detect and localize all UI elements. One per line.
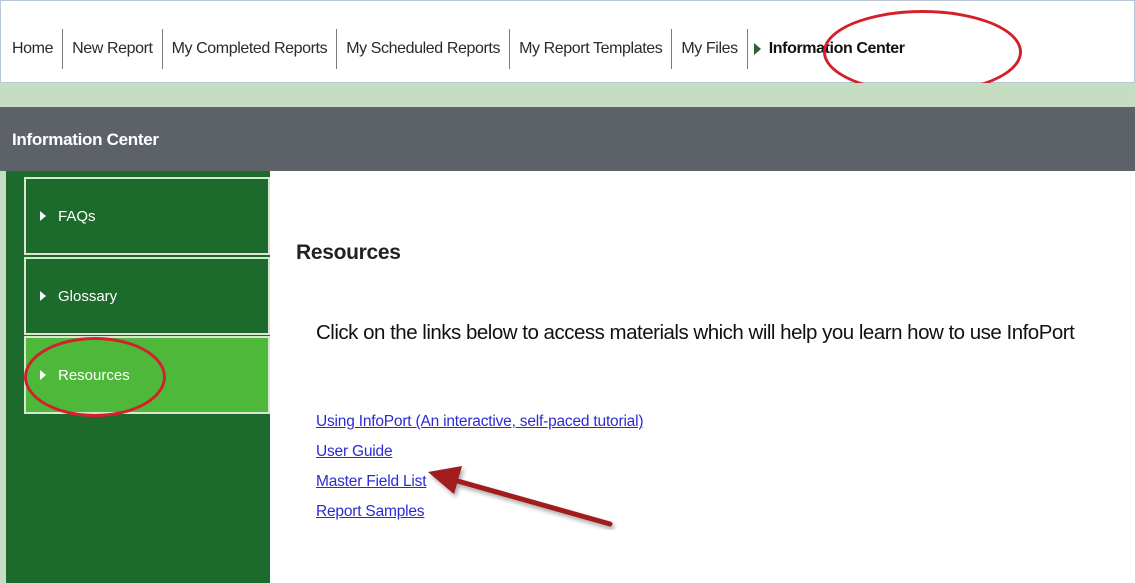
triangle-right-icon <box>40 370 46 380</box>
triangle-right-icon <box>753 43 761 55</box>
main-content: Resources Click on the links below to ac… <box>270 171 1135 583</box>
resource-links: Using InfoPort (An interactive, self-pac… <box>316 413 644 533</box>
top-navigation: Home New Report My Completed Reports My … <box>0 0 1135 83</box>
tab-label: My Completed Reports <box>171 40 328 57</box>
tab-label: My Report Templates <box>519 40 663 57</box>
sidebar-item-resources[interactable]: Resources <box>24 336 270 414</box>
sidebar-item-glossary[interactable]: Glossary <box>24 257 270 335</box>
sidebar: FAQs Glossary Resources <box>0 171 270 583</box>
tab-label: My Scheduled Reports <box>346 40 501 57</box>
link-report-samples[interactable]: Report Samples <box>316 503 643 521</box>
triangle-right-icon <box>40 291 46 301</box>
tab-new-report[interactable]: New Report <box>63 29 163 69</box>
section-title: Resources <box>296 241 401 264</box>
intro-text: Click on the links below to access mater… <box>316 321 1075 344</box>
sidebar-item-faqs[interactable]: FAQs <box>24 177 270 255</box>
sidebar-item-label: Resources <box>58 366 130 384</box>
tab-my-scheduled-reports[interactable]: My Scheduled Reports <box>337 29 511 69</box>
tab-my-report-templates[interactable]: My Report Templates <box>510 29 673 69</box>
tab-my-completed-reports[interactable]: My Completed Reports <box>163 29 338 69</box>
tab-my-files[interactable]: My Files <box>672 29 748 69</box>
nav-tabs: Home New Report My Completed Reports My … <box>3 29 914 69</box>
triangle-right-icon <box>40 211 46 221</box>
tab-label: New Report <box>72 40 153 57</box>
tab-label: Home <box>12 40 54 57</box>
tab-information-center[interactable]: Information Center <box>748 29 914 69</box>
tab-label: Information Center <box>768 40 905 57</box>
link-user-guide[interactable]: User Guide <box>316 443 643 461</box>
section-header: Information Center <box>0 107 1135 171</box>
link-using-infoport-tutorial[interactable]: Using InfoPort (An interactive, self-pac… <box>316 413 644 431</box>
tab-home[interactable]: Home <box>3 29 64 69</box>
link-master-field-list[interactable]: Master Field List <box>316 473 643 491</box>
tab-label: My Files <box>681 40 738 57</box>
sidebar-item-label: FAQs <box>58 207 96 225</box>
header-strip <box>0 83 1135 107</box>
page-title: Information Center <box>12 130 159 149</box>
sidebar-item-label: Glossary <box>58 287 118 305</box>
